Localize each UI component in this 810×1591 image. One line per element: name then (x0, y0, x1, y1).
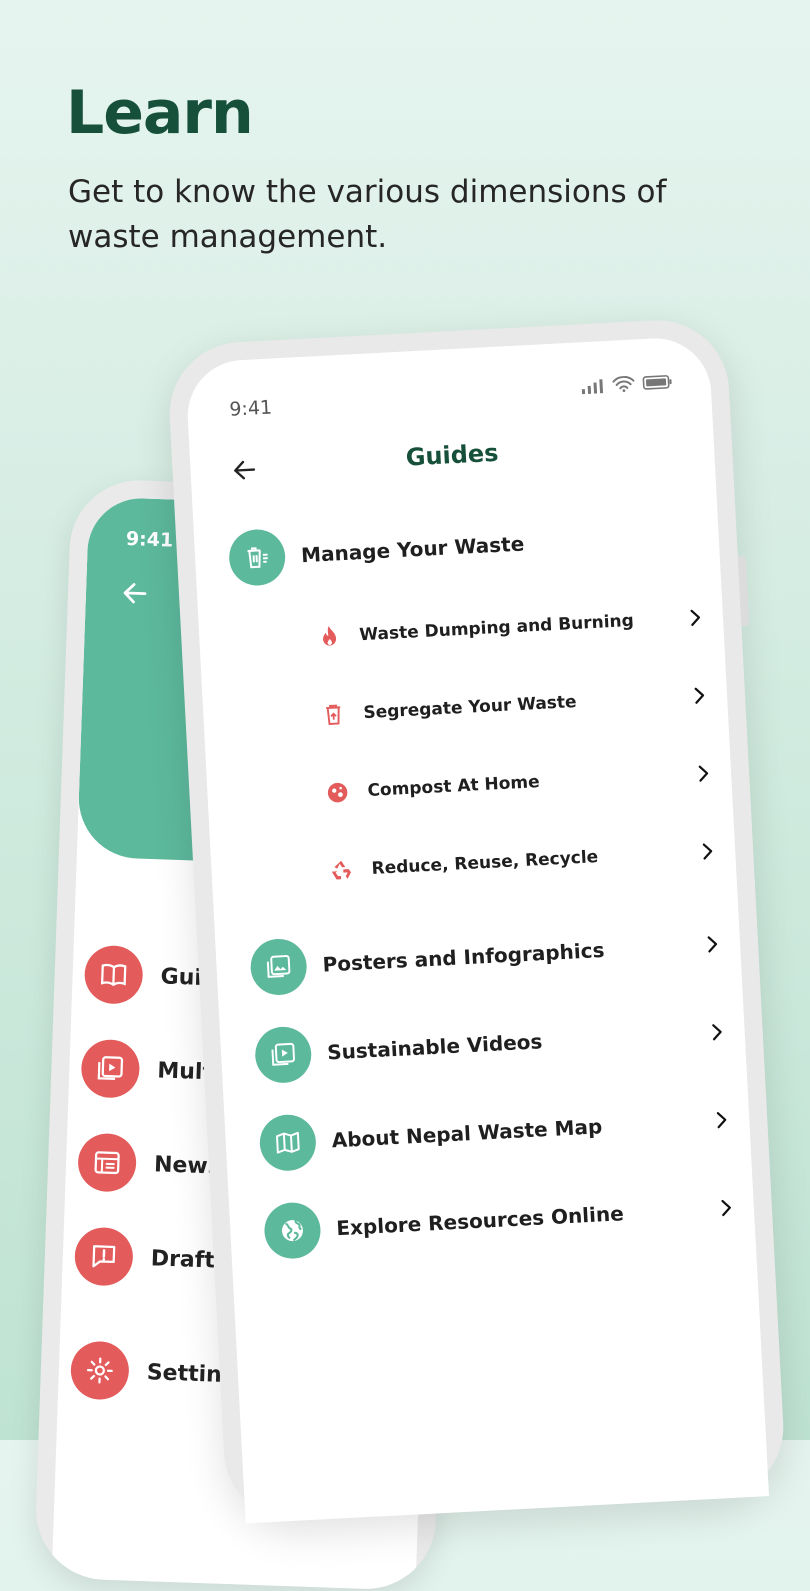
chevron-right-icon (707, 936, 718, 953)
battery-icon (642, 375, 672, 390)
item-label: Explore Resources Online (335, 1201, 625, 1241)
compost-icon (319, 774, 357, 812)
item-label: Sustainable Videos (326, 1029, 543, 1065)
signal-icon (581, 379, 604, 395)
phone-side-button (737, 555, 750, 627)
page-title: Learn (66, 78, 254, 148)
image-library-icon (249, 937, 309, 997)
item-label: Posters and Infographics (321, 937, 605, 977)
front-phone-mockup: 9:41 Guides Manage Your Waste Waste Dump… (166, 316, 787, 1525)
item-label: About Nepal Waste Map (331, 1114, 603, 1153)
chevron-right-icon (694, 687, 705, 704)
back-arrow-icon[interactable] (120, 578, 151, 609)
chevron-right-icon (716, 1112, 727, 1129)
waste-bin-icon (227, 528, 287, 587)
status-icons (580, 374, 673, 395)
globe-icon (263, 1201, 322, 1261)
page-subtitle: Get to know the various dimensions of wa… (68, 174, 667, 255)
wifi-icon (612, 375, 635, 392)
status-time: 9:41 (228, 396, 273, 421)
gear-icon (69, 1340, 130, 1401)
guides-screen: 9:41 Guides Manage Your Waste Waste Dump… (184, 335, 770, 1524)
feedback-icon (73, 1226, 134, 1287)
item-label: Waste Dumping and Burning (358, 610, 635, 646)
chevron-right-icon (690, 609, 701, 626)
item-label: Segregate Your Waste (362, 692, 578, 724)
chevron-right-icon (702, 843, 713, 860)
guides-list: Manage Your Waste Waste Dumping and Burn… (227, 490, 736, 1276)
bin-icon (315, 696, 353, 734)
item-label: Reduce, Reuse, Recycle (371, 847, 599, 879)
chevron-right-icon (698, 765, 709, 782)
recycle-icon (323, 852, 361, 890)
item-label: Manage Your Waste (300, 531, 525, 568)
item-label: Compost At Home (367, 772, 541, 802)
map-icon (258, 1113, 318, 1173)
video-library-icon (80, 1038, 141, 1099)
newspaper-icon (77, 1132, 138, 1193)
fire-icon (311, 618, 349, 656)
video-library-icon (253, 1025, 313, 1085)
chevron-right-icon (712, 1024, 722, 1041)
screen-title: Guides (405, 438, 500, 472)
chevron-right-icon (721, 1199, 731, 1217)
status-time: 9:41 (125, 527, 174, 552)
book-icon (83, 944, 144, 1005)
